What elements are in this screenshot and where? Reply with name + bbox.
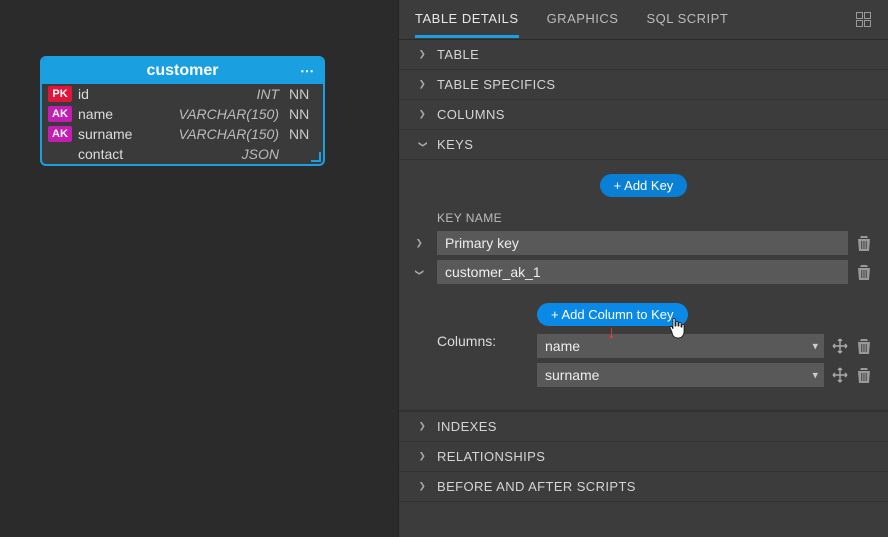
chevron-right-icon — [415, 79, 429, 90]
tab-bar: TABLE DETAILS GRAPHICS SQL SCRIPT — [399, 0, 888, 40]
add-column-to-key-button[interactable]: + Add Column to Key — [537, 303, 688, 326]
section-label: RELATIONSHIPS — [437, 449, 545, 464]
badge-alternate-key: AK — [48, 106, 72, 122]
section-columns[interactable]: COLUMNS — [399, 100, 888, 130]
entity-column-row[interactable]: PK id INT NN — [42, 84, 323, 104]
delete-key-icon[interactable] — [856, 263, 872, 281]
delete-column-icon[interactable] — [856, 337, 872, 355]
key-row — [415, 260, 872, 284]
column-name: surname — [78, 126, 179, 142]
section-label: TABLE SPECIFICS — [437, 77, 555, 92]
chevron-right-icon — [415, 421, 429, 432]
column-type: VARCHAR(150) — [179, 106, 289, 122]
resize-handle-icon[interactable] — [311, 152, 321, 162]
section-label: TABLE — [437, 47, 479, 62]
select-value: surname — [545, 367, 599, 383]
badge-primary-key: PK — [48, 86, 72, 102]
section-relationships[interactable]: RELATIONSHIPS — [399, 442, 888, 472]
chevron-down-icon — [415, 139, 429, 150]
reorder-handle-icon[interactable] — [832, 367, 848, 383]
key-name-input[interactable] — [437, 231, 848, 255]
collapse-key-icon[interactable] — [415, 267, 429, 278]
column-type: JSON — [242, 146, 289, 162]
details-panel: TABLE DETAILS GRAPHICS SQL SCRIPT TABLE … — [398, 0, 888, 537]
tab-table-details[interactable]: TABLE DETAILS — [415, 1, 519, 38]
key-row — [415, 231, 872, 255]
columns-label: Columns: — [437, 303, 537, 349]
badge-alternate-key: AK — [48, 126, 72, 142]
entity-menu-icon[interactable]: ⋯ — [300, 63, 315, 80]
section-label: BEFORE AND AFTER SCRIPTS — [437, 479, 636, 494]
add-key-button[interactable]: + Add Key — [600, 174, 688, 197]
expand-key-icon[interactable] — [415, 238, 429, 249]
tab-graphics[interactable]: GRAPHICS — [547, 1, 619, 38]
tab-sql-script[interactable]: SQL SCRIPT — [646, 1, 728, 38]
layout-toggle-icon[interactable] — [856, 12, 872, 28]
sections-container: TABLE TABLE SPECIFICS COLUMNS KEYS + Add… — [399, 40, 888, 537]
column-nullability: NN — [289, 86, 317, 102]
column-nullability: NN — [289, 106, 317, 122]
keys-body: + Add Key KEY NAME Columns: — [399, 160, 888, 411]
entity-column-row[interactable]: AK name VARCHAR(150) NN — [42, 104, 323, 124]
chevron-right-icon — [415, 451, 429, 462]
chevron-right-icon — [415, 49, 429, 60]
section-label: COLUMNS — [437, 107, 505, 122]
key-details: Columns: + Add Column to Key name — [415, 289, 872, 394]
section-keys[interactable]: KEYS — [399, 130, 888, 160]
delete-key-icon[interactable] — [856, 234, 872, 252]
column-type: VARCHAR(150) — [179, 126, 289, 142]
key-column-select[interactable]: surname — [537, 363, 824, 387]
entity-header[interactable]: customer ⋯ — [42, 58, 323, 84]
delete-column-icon[interactable] — [856, 366, 872, 384]
entity-customer[interactable]: customer ⋯ PK id INT NN AK name VARCHAR(… — [40, 56, 325, 166]
select-value: name — [545, 338, 580, 354]
chevron-right-icon — [415, 109, 429, 120]
column-name: contact — [78, 146, 242, 162]
key-name-heading: KEY NAME — [415, 211, 872, 225]
diagram-canvas[interactable]: customer ⋯ PK id INT NN AK name VARCHAR(… — [0, 0, 398, 537]
key-column-select[interactable]: name — [537, 334, 824, 358]
entity-column-row[interactable]: -- contact JSON — [42, 144, 323, 164]
key-column-row: surname — [537, 363, 872, 387]
column-name: name — [78, 106, 179, 122]
section-label: INDEXES — [437, 419, 497, 434]
key-column-row: name ↓ — [537, 334, 872, 358]
key-name-input[interactable] — [437, 260, 848, 284]
section-table-specifics[interactable]: TABLE SPECIFICS — [399, 70, 888, 100]
column-nullability: NN — [289, 126, 317, 142]
column-type: INT — [256, 86, 289, 102]
reorder-handle-icon[interactable] — [832, 338, 848, 354]
section-scripts[interactable]: BEFORE AND AFTER SCRIPTS — [399, 472, 888, 502]
chevron-right-icon — [415, 481, 429, 492]
entity-column-row[interactable]: AK surname VARCHAR(150) NN — [42, 124, 323, 144]
section-table[interactable]: TABLE — [399, 40, 888, 70]
entity-title: customer — [146, 62, 218, 79]
column-name: id — [78, 86, 256, 102]
section-indexes[interactable]: INDEXES — [399, 411, 888, 442]
section-label: KEYS — [437, 137, 473, 152]
